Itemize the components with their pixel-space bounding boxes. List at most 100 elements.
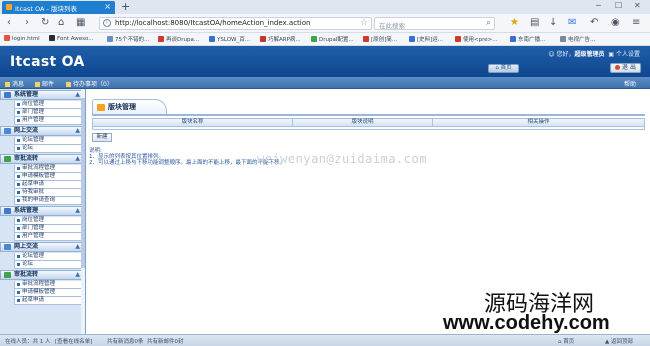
chevron-up-icon: ▲ [75, 155, 80, 162]
sidebar-group-system[interactable]: 系统管理 ▲ [0, 206, 85, 216]
bookmark-icon [107, 36, 113, 42]
help-link[interactable]: 帮助 [624, 79, 636, 88]
maximize-icon[interactable]: ☐ [615, 1, 622, 10]
system-icon [4, 92, 11, 98]
messages-link[interactable]: 消息 [5, 79, 24, 88]
search-icon[interactable]: ⌕ [486, 18, 491, 28]
mail-count[interactable]: 共有新邮件0封 [147, 337, 184, 345]
user-info: ☺ 您好，超级管理员 ▣ 个人设置 [548, 51, 640, 58]
sidebar-item[interactable]: 论坛 [14, 145, 83, 153]
bookmark-item[interactable]: 使用<pre>... [455, 35, 497, 44]
arrow-up-icon: ▲ [605, 339, 610, 345]
menu-icon[interactable]: ≡ [632, 17, 640, 29]
browser-tab-active[interactable]: Itcast OA - 版块列表 × [2, 1, 115, 14]
search-box[interactable]: 在此搜索 ⌕ [374, 17, 495, 30]
new-button[interactable]: 新建 [92, 133, 112, 142]
forum-icon [4, 128, 11, 134]
sidebar-group-system[interactable]: 系统管理 ▲ [0, 90, 85, 100]
message-count[interactable]: 共有新消息0条 [107, 337, 144, 345]
sidebar-group-approval[interactable]: 审批流转 ▲ [0, 270, 85, 280]
page-title: 版块管理 [108, 103, 136, 111]
watermark-text: weiwenyan@zuidaima.com [257, 152, 427, 166]
bookmark-item[interactable]: Drupal配置... [311, 35, 354, 44]
scrollbar-thumb[interactable] [81, 98, 85, 268]
bookmark-item[interactable]: Font Aweso... [49, 35, 94, 44]
undo-icon[interactable]: ↶ [590, 17, 598, 29]
sidebar-item[interactable]: 用户管理 [14, 117, 83, 125]
back-to-top-link[interactable]: ▲ 返回顶部 [605, 337, 633, 345]
bookmark-icon [158, 36, 164, 42]
close-window-icon[interactable]: ✕ [634, 1, 641, 10]
bookmark-icon [510, 36, 516, 42]
sidebar-item[interactable]: 起草申请 [14, 181, 83, 189]
watermark-url: www.codehy.com [443, 312, 610, 334]
sidebar-group-forum[interactable]: 网上交流 ▲ [0, 126, 85, 136]
view-online-link[interactable]: [查看在线名单] [55, 337, 92, 345]
column-header: 版块说明 [293, 119, 433, 126]
sidebar-item[interactable]: 部门管理 [14, 109, 83, 117]
forum-table-header: 版块名称 版块说明 相关操作 [92, 118, 645, 127]
bookmark-item[interactable]: YSLOW_百... [209, 35, 250, 44]
bookmark-item[interactable]: [原创]简... [363, 35, 397, 44]
bookmark-item[interactable]: 电视广告... [560, 35, 595, 44]
minimize-icon[interactable]: ─ [596, 1, 601, 10]
column-header: 版块名称 [93, 119, 293, 126]
power-icon [615, 64, 621, 70]
sidebar-item[interactable]: 论坛管理 [14, 137, 83, 145]
todo-link[interactable]: 待办事项（0） [66, 79, 113, 88]
home-icon[interactable]: ⌂ [58, 17, 64, 29]
bookmark-star-icon[interactable]: ☆ [360, 18, 368, 28]
sidebar-item[interactable]: 审批流程管理 [14, 281, 83, 289]
personal-settings-link[interactable]: 个人设置 [616, 51, 640, 58]
mail-link[interactable]: 邮件 [35, 79, 54, 88]
sidebar-item[interactable]: 岗位管理 [14, 101, 83, 109]
reload-icon[interactable]: ↻ [41, 17, 49, 29]
sidebar-menu: 系统管理 ▲ 岗位管理 部门管理 用户管理 网上交流 ▲ 论坛管理 论坛 审批流转 ▲… [0, 89, 86, 334]
bookmark-item[interactable]: 东南广播... [510, 35, 545, 44]
bookmark-item[interactable]: 75个不错的... [107, 35, 149, 44]
todo-icon [66, 81, 71, 87]
bookmark-icon [409, 36, 415, 42]
bookmark-item[interactable]: [史料]运... [409, 35, 443, 44]
sidebar-item[interactable]: 审批流程管理 [14, 165, 83, 173]
status-home-link[interactable]: ⌂ 首页 [558, 337, 574, 345]
sidebar-item[interactable]: 论坛 [14, 261, 83, 269]
user-name: 超级管理员 [574, 51, 605, 58]
mail-icon [35, 81, 40, 87]
sidebar-item[interactable]: 岗位管理 [14, 217, 83, 225]
sidebar-item[interactable]: 部门管理 [14, 225, 83, 233]
extension-icon[interactable]: ✉ [568, 17, 576, 29]
notes: 说明: 1、显示的列表按其位置排列。 2、可以通过上移与下移功能调整顺序。最上面… [89, 148, 285, 166]
bookmark-item[interactable]: 巧解ARP病... [260, 35, 301, 44]
sidebar-group-forum[interactable]: 网上交流 ▲ [0, 242, 85, 252]
sidebar-item[interactable]: 起草申请 [14, 297, 83, 305]
back-icon[interactable]: ‹ [7, 17, 11, 29]
bookmark-icon [311, 36, 317, 42]
close-tab-icon[interactable]: × [104, 2, 111, 11]
bookmarks-bar: login.html Font Aweso... 75个不错的... 再谈Dru… [0, 33, 650, 46]
grid-icon[interactable]: ▤ [530, 17, 539, 29]
forward-icon[interactable]: › [25, 17, 29, 29]
column-header: 相关操作 [527, 119, 550, 125]
home-button[interactable]: ⌂ 首页 [488, 64, 519, 73]
sidebar-item[interactable]: 我的申请查询 [14, 197, 83, 205]
bookmark-item[interactable]: login.html [4, 35, 40, 44]
notes-line: 2、可以通过上移与下移功能调整顺序。最上面的不能上移，最下面的不能下移。 [89, 160, 286, 166]
sidebar-item[interactable]: 论坛管理 [14, 253, 83, 261]
new-tab-icon[interactable]: + [121, 0, 130, 13]
apps-icon[interactable]: ▦ [76, 17, 85, 29]
address-bar[interactable]: i http://localhost:8080/ItcastOA/homeAct… [99, 17, 372, 30]
bookmark-item[interactable]: 再谈Drupa... [158, 35, 199, 44]
home-icon: ⌂ [558, 339, 562, 345]
sidebar-group-approval[interactable]: 审批流转 ▲ [0, 154, 85, 164]
exit-button[interactable]: 退 出 [610, 63, 641, 73]
sidebar-item[interactable]: 申请模板管理 [14, 173, 83, 181]
sidebar-item[interactable]: 待我审批 [14, 189, 83, 197]
sidebar-item[interactable]: 申请模板管理 [14, 289, 83, 297]
profile-icon[interactable]: ◉ [611, 17, 620, 29]
sidebar-scrollbar[interactable] [81, 89, 85, 334]
download-icon[interactable]: ↓ [549, 17, 557, 29]
sidebar-item[interactable]: 用户管理 [14, 233, 83, 241]
star-icon[interactable]: ★ [510, 17, 519, 29]
site-info-icon[interactable]: i [103, 19, 111, 27]
